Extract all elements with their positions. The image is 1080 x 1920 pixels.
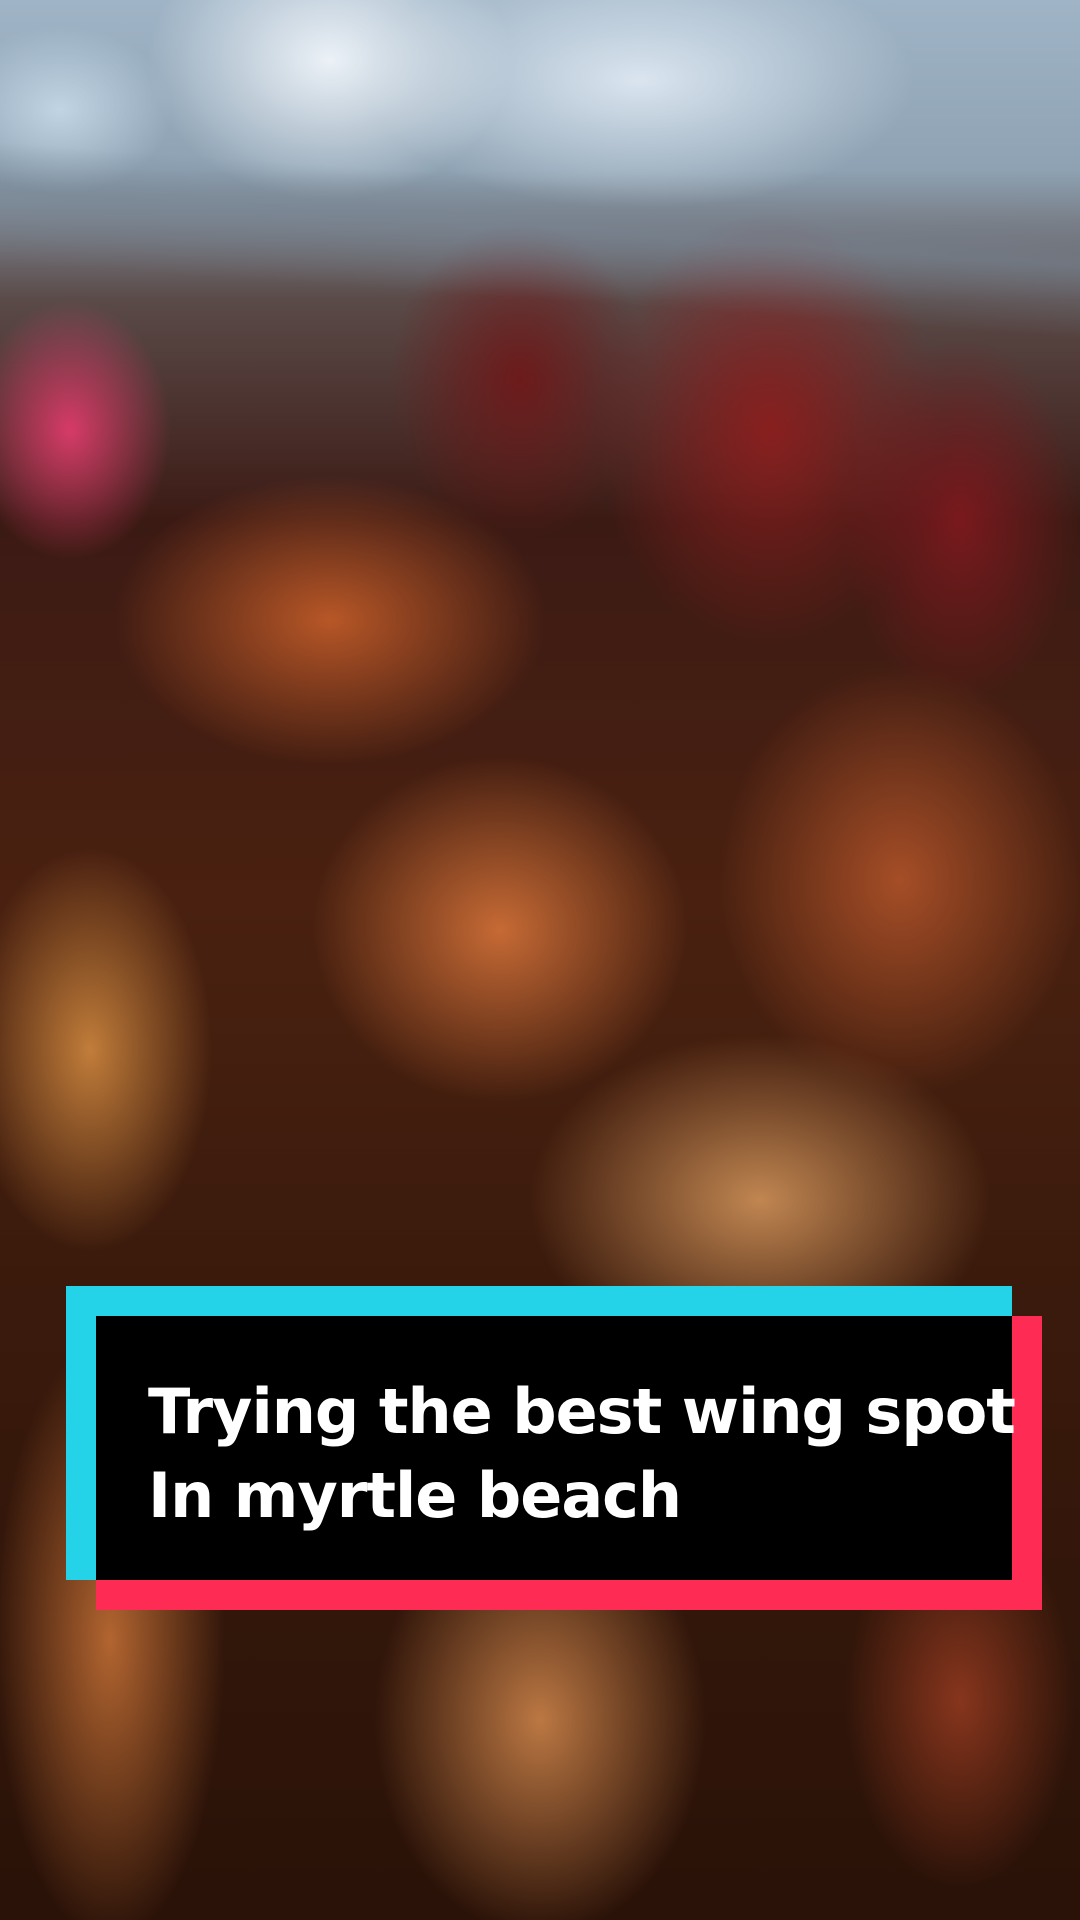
caption-text: Trying the best wing spot In myrtle beac… (148, 1370, 1016, 1538)
video-frame: Trying the best wing spot In myrtle beac… (0, 0, 1080, 1920)
caption-line-2: In myrtle beach (148, 1459, 682, 1532)
caption-line-1: Trying the best wing spot (148, 1375, 1016, 1448)
